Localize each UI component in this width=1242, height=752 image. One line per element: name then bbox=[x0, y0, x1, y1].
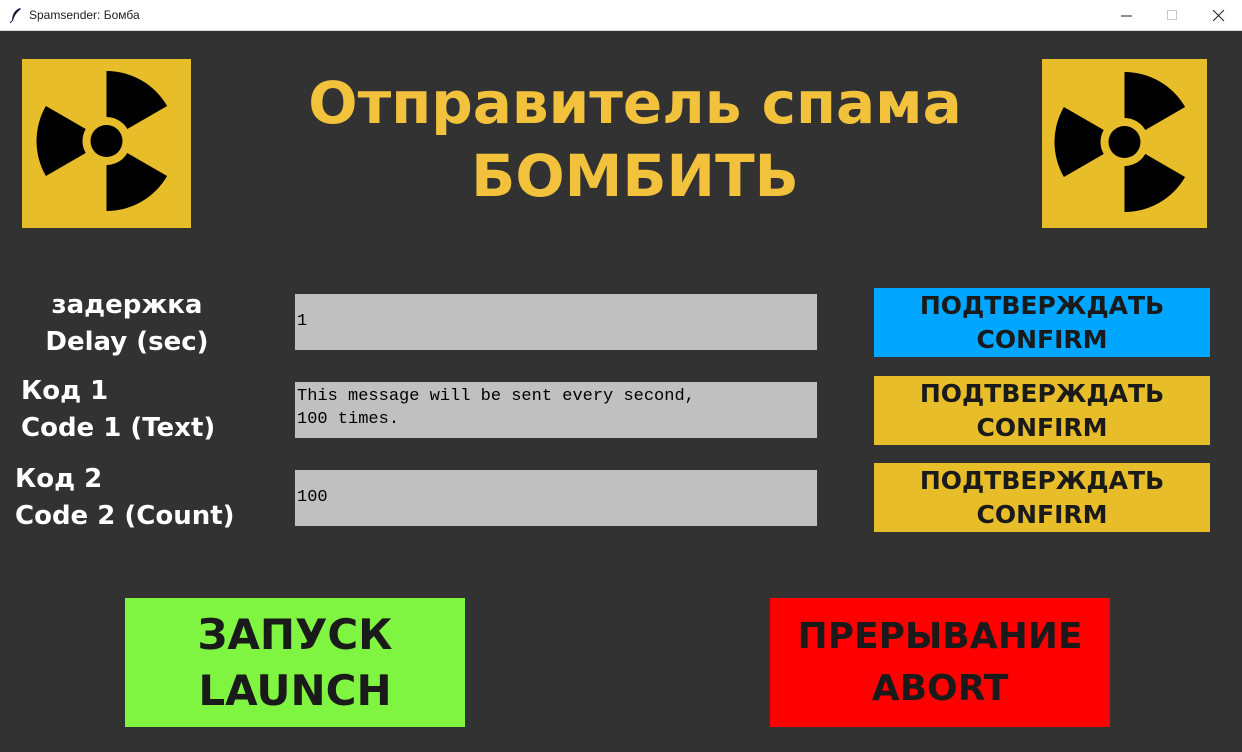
radiation-icon bbox=[1042, 59, 1207, 228]
maximize-button[interactable] bbox=[1150, 0, 1196, 31]
confirm-code1-button[interactable]: ПОДТВЕРЖДАТЬ CONFIRM bbox=[874, 376, 1210, 445]
window-title: Spamsender: Бомба bbox=[29, 8, 140, 22]
minimize-button[interactable] bbox=[1104, 0, 1150, 31]
page-subtitle: БОМБИТЬ bbox=[471, 142, 799, 210]
confirm-delay-button[interactable]: ПОДТВЕРЖДАТЬ CONFIRM bbox=[874, 288, 1210, 357]
delay-label-ru: задержка bbox=[51, 290, 203, 320]
message-text-input[interactable]: This message will be sent every second, … bbox=[295, 382, 817, 438]
confirm-code2-button[interactable]: ПОДТВЕРЖДАТЬ CONFIRM bbox=[874, 463, 1210, 532]
delay-label: задержка Delay (sec) bbox=[42, 287, 212, 361]
close-button[interactable] bbox=[1196, 0, 1242, 31]
close-icon bbox=[1213, 10, 1225, 22]
delay-label-en: Delay (sec) bbox=[45, 327, 209, 357]
count-input[interactable]: 100 bbox=[295, 470, 817, 526]
code2-label-en: Code 2 (Count) bbox=[15, 501, 235, 531]
launch-label-en: LAUNCH bbox=[198, 665, 392, 715]
main-window: Отправитель спама БОМБИТЬ задержка Delay… bbox=[0, 31, 1242, 752]
confirm-label-ru: ПОДТВЕРЖДАТЬ bbox=[919, 290, 1165, 320]
code1-label: Код 1 Code 1 (Text) bbox=[21, 373, 215, 447]
window-titlebar: Spamsender: Бомба bbox=[0, 0, 1242, 31]
minimize-icon bbox=[1121, 15, 1132, 17]
confirm-label-en: CONFIRM bbox=[976, 499, 1108, 529]
confirm-label-en: CONFIRM bbox=[976, 412, 1108, 442]
radiation-icon bbox=[22, 59, 191, 228]
launch-label-ru: ЗАПУСК bbox=[197, 609, 393, 659]
maximize-icon bbox=[1167, 10, 1177, 20]
code1-label-ru: Код 1 bbox=[21, 376, 109, 406]
abort-label-ru: ПРЕРЫВАНИЕ bbox=[797, 615, 1083, 657]
abort-label-en: ABORT bbox=[871, 667, 1009, 709]
page-title: Отправитель спама bbox=[308, 69, 962, 137]
abort-button[interactable]: ПРЕРЫВАНИЕ ABORT bbox=[770, 598, 1110, 727]
confirm-label-en: CONFIRM bbox=[976, 324, 1108, 354]
launch-button[interactable]: ЗАПУСК LAUNCH bbox=[125, 598, 465, 727]
code2-label: Код 2 Code 2 (Count) bbox=[15, 461, 235, 535]
feather-icon bbox=[9, 7, 23, 24]
confirm-label-ru: ПОДТВЕРЖДАТЬ bbox=[919, 378, 1165, 408]
delay-input[interactable]: 1 bbox=[295, 294, 817, 350]
code2-label-ru: Код 2 bbox=[15, 464, 103, 494]
confirm-label-ru: ПОДТВЕРЖДАТЬ bbox=[919, 465, 1165, 495]
code1-label-en: Code 1 (Text) bbox=[21, 413, 216, 443]
